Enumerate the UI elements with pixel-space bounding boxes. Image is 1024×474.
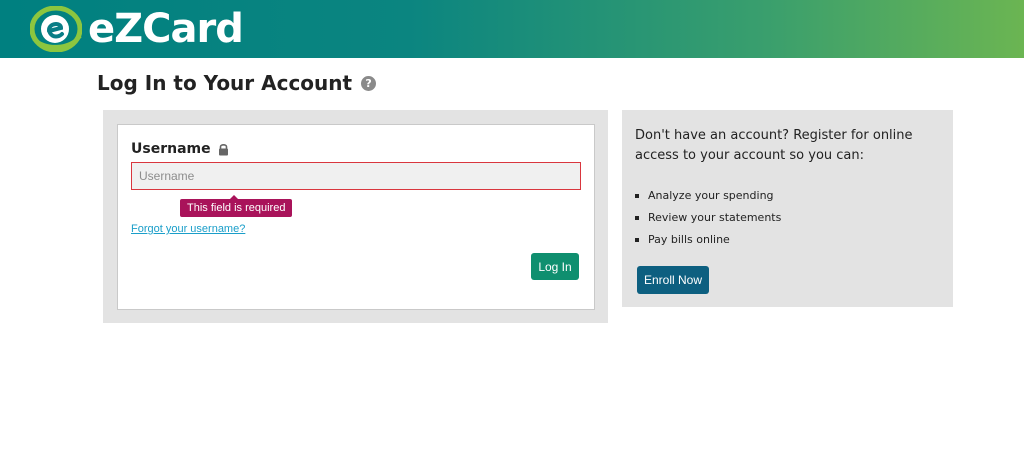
login-panel: Username This field is required Forgot y… [103,110,608,323]
enroll-now-button[interactable]: Enroll Now [637,266,709,294]
login-card: Username This field is required Forgot y… [117,124,595,310]
benefit-text: Review your statements [648,211,782,224]
bullet-icon [635,238,639,242]
username-label: Username [131,141,211,157]
username-label-row: Username [131,141,229,157]
enroll-panel: Don't have an account? Register for onli… [622,110,953,307]
list-item: Analyze your spending [635,185,781,207]
login-button[interactable]: Log In [531,253,579,280]
bullet-icon [635,216,639,220]
benefit-text: Analyze your spending [648,189,774,202]
page-title-row: Log In to Your Account ? [97,71,377,95]
list-item: Review your statements [635,207,781,229]
enroll-intro-text: Don't have an account? Register for onli… [635,128,913,163]
site-header: eZCard [0,0,1024,58]
question-circle-icon[interactable]: ? [361,75,377,91]
benefit-text: Pay bills online [648,233,730,246]
brand-logo[interactable]: eZCard [30,6,244,52]
bullet-icon [635,194,639,198]
username-input[interactable] [131,162,581,190]
list-item: Pay bills online [635,229,781,251]
ezcard-e-logo-icon [30,6,82,52]
page-title: Log In to Your Account [97,71,353,95]
benefits-list: Analyze your spending Review your statem… [635,185,781,251]
lock-icon [218,143,228,155]
brand-name: eZCard [88,6,244,52]
username-error-tooltip: This field is required [180,195,293,217]
forgot-username-link[interactable]: Forgot your username? [131,223,245,235]
